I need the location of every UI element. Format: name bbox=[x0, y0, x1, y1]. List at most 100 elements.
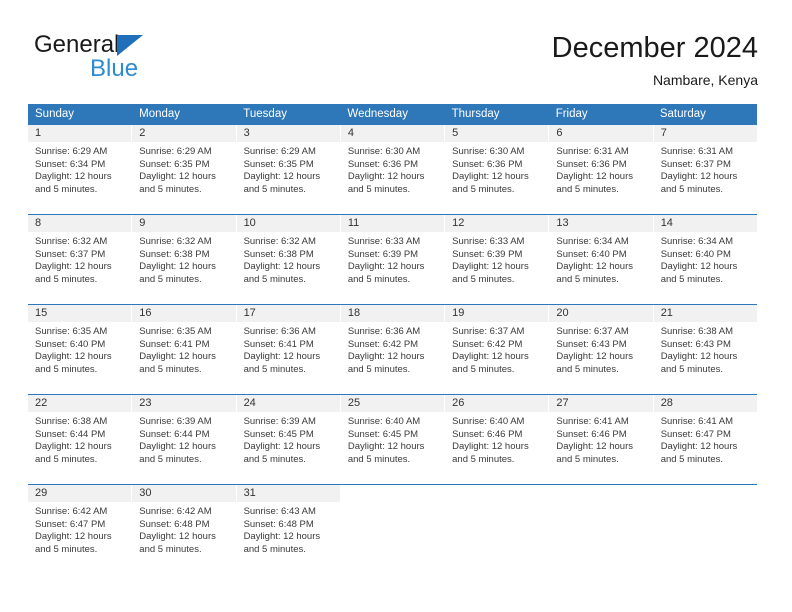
day-cell[interactable]: 27 Sunrise: 6:41 AM Sunset: 6:46 PM Dayl… bbox=[549, 395, 654, 484]
day-cell[interactable]: 28 Sunrise: 6:41 AM Sunset: 6:47 PM Dayl… bbox=[653, 395, 757, 484]
day-details: Sunrise: 6:39 AM Sunset: 6:44 PM Dayligh… bbox=[132, 412, 235, 466]
sunrise-text: Sunrise: 6:34 AM bbox=[556, 236, 629, 247]
day-cell[interactable]: 5 Sunrise: 6:30 AM Sunset: 6:36 PM Dayli… bbox=[445, 125, 550, 214]
day-cell[interactable]: 8 Sunrise: 6:32 AM Sunset: 6:37 PM Dayli… bbox=[28, 215, 133, 304]
generalblue-logo[interactable]: General Blue bbox=[34, 32, 254, 88]
day-cell[interactable]: 2 Sunrise: 6:29 AM Sunset: 6:35 PM Dayli… bbox=[132, 125, 237, 214]
logo-text-blue: Blue bbox=[90, 55, 139, 82]
day-details: Sunrise: 6:38 AM Sunset: 6:43 PM Dayligh… bbox=[654, 322, 757, 376]
day-cell[interactable]: 20 Sunrise: 6:37 AM Sunset: 6:43 PM Dayl… bbox=[549, 305, 654, 394]
daylight-text: Daylight: 12 hours and 5 minutes. bbox=[347, 261, 425, 285]
daylight-text: Daylight: 12 hours and 5 minutes. bbox=[556, 441, 633, 465]
weekday-header-friday: Friday bbox=[555, 108, 588, 120]
day-number: 12 bbox=[445, 215, 549, 232]
day-cell[interactable]: 4 Sunrise: 6:30 AM Sunset: 6:36 PM Dayli… bbox=[340, 125, 446, 214]
day-number: 11 bbox=[340, 215, 445, 232]
day-details: Sunrise: 6:32 AM Sunset: 6:38 PM Dayligh… bbox=[132, 232, 235, 286]
day-cell[interactable]: 26 Sunrise: 6:40 AM Sunset: 6:46 PM Dayl… bbox=[445, 395, 550, 484]
day-cell[interactable]: 7 Sunrise: 6:31 AM Sunset: 6:37 PM Dayli… bbox=[653, 125, 757, 214]
sunrise-text: Sunrise: 6:32 AM bbox=[139, 236, 212, 247]
week-row: 1 Sunrise: 6:29 AM Sunset: 6:34 PM Dayli… bbox=[28, 124, 757, 214]
day-cell[interactable]: 23 Sunrise: 6:39 AM Sunset: 6:44 PM Dayl… bbox=[132, 395, 237, 484]
sunset-text: Sunset: 6:42 PM bbox=[347, 338, 419, 350]
daylight-text: Daylight: 12 hours and 5 minutes. bbox=[139, 531, 216, 555]
sunrise-text: Sunrise: 6:40 AM bbox=[452, 416, 525, 427]
day-number: 16 bbox=[132, 305, 236, 322]
day-cell[interactable]: 25 Sunrise: 6:40 AM Sunset: 6:45 PM Dayl… bbox=[340, 395, 446, 484]
day-details: Sunrise: 6:31 AM Sunset: 6:36 PM Dayligh… bbox=[549, 142, 652, 196]
sunrise-text: Sunrise: 6:41 AM bbox=[660, 416, 734, 427]
sunrise-text: Sunrise: 6:36 AM bbox=[243, 326, 316, 337]
day-number: 15 bbox=[28, 305, 132, 322]
page-title: December 2024 bbox=[551, 32, 758, 64]
sunset-text: Sunset: 6:35 PM bbox=[243, 158, 314, 170]
day-number: 5 bbox=[445, 125, 549, 142]
day-details: Sunrise: 6:33 AM Sunset: 6:39 PM Dayligh… bbox=[445, 232, 548, 286]
day-details: Sunrise: 6:31 AM Sunset: 6:37 PM Dayligh… bbox=[654, 142, 757, 196]
sunrise-text: Sunrise: 6:30 AM bbox=[347, 146, 421, 157]
day-cell[interactable]: 14 Sunrise: 6:34 AM Sunset: 6:40 PM Dayl… bbox=[653, 215, 757, 304]
day-cell[interactable]: 9 Sunrise: 6:32 AM Sunset: 6:38 PM Dayli… bbox=[132, 215, 237, 304]
sunrise-text: Sunrise: 6:39 AM bbox=[243, 416, 316, 427]
day-details: Sunrise: 6:42 AM Sunset: 6:48 PM Dayligh… bbox=[132, 502, 235, 556]
sunset-text: Sunset: 6:36 PM bbox=[452, 158, 523, 170]
day-details: Sunrise: 6:39 AM Sunset: 6:45 PM Dayligh… bbox=[237, 412, 340, 466]
day-number: 31 bbox=[236, 485, 340, 502]
day-details: Sunrise: 6:41 AM Sunset: 6:47 PM Dayligh… bbox=[654, 412, 757, 466]
sunrise-text: Sunrise: 6:31 AM bbox=[660, 146, 734, 157]
day-number: 8 bbox=[28, 215, 132, 232]
day-number: 13 bbox=[549, 215, 653, 232]
day-details: Sunrise: 6:30 AM Sunset: 6:36 PM Dayligh… bbox=[445, 142, 548, 196]
sunrise-text: Sunrise: 6:35 AM bbox=[35, 326, 108, 337]
day-cell[interactable]: 1 Sunrise: 6:29 AM Sunset: 6:34 PM Dayli… bbox=[28, 125, 133, 214]
day-cell[interactable]: 30 Sunrise: 6:42 AM Sunset: 6:48 PM Dayl… bbox=[132, 485, 237, 574]
day-number: 3 bbox=[236, 125, 340, 142]
day-cell[interactable]: 12 Sunrise: 6:33 AM Sunset: 6:39 PM Dayl… bbox=[445, 215, 550, 304]
daylight-text: Daylight: 12 hours and 5 minutes. bbox=[35, 261, 112, 285]
day-details bbox=[549, 502, 652, 506]
day-details bbox=[445, 502, 548, 506]
day-cell[interactable]: 10 Sunrise: 6:32 AM Sunset: 6:38 PM Dayl… bbox=[236, 215, 341, 304]
day-cell[interactable]: 13 Sunrise: 6:34 AM Sunset: 6:40 PM Dayl… bbox=[549, 215, 654, 304]
day-cell[interactable]: 22 Sunrise: 6:38 AM Sunset: 6:44 PM Dayl… bbox=[28, 395, 133, 484]
sunrise-text: Sunrise: 6:32 AM bbox=[243, 236, 316, 247]
day-cell[interactable]: 17 Sunrise: 6:36 AM Sunset: 6:41 PM Dayl… bbox=[236, 305, 341, 394]
day-cell[interactable]: 18 Sunrise: 6:36 AM Sunset: 6:42 PM Dayl… bbox=[340, 305, 446, 394]
day-cell[interactable]: 19 Sunrise: 6:37 AM Sunset: 6:42 PM Dayl… bbox=[445, 305, 550, 394]
day-details: Sunrise: 6:43 AM Sunset: 6:48 PM Dayligh… bbox=[237, 502, 340, 556]
weekday-header-thursday: Thursday bbox=[451, 108, 500, 120]
sunset-text: Sunset: 6:43 PM bbox=[660, 338, 731, 350]
day-cell[interactable]: 16 Sunrise: 6:35 AM Sunset: 6:41 PM Dayl… bbox=[132, 305, 237, 394]
daylight-text: Daylight: 12 hours and 5 minutes. bbox=[556, 171, 633, 195]
day-details: Sunrise: 6:36 AM Sunset: 6:42 PM Dayligh… bbox=[341, 322, 444, 376]
sunrise-text: Sunrise: 6:33 AM bbox=[452, 236, 525, 247]
day-number: 25 bbox=[340, 395, 445, 412]
week-row: 15 Sunrise: 6:35 AM Sunset: 6:40 PM Dayl… bbox=[28, 304, 757, 394]
day-cell[interactable]: 3 Sunrise: 6:29 AM Sunset: 6:35 PM Dayli… bbox=[236, 125, 341, 214]
week-row: 22 Sunrise: 6:38 AM Sunset: 6:44 PM Dayl… bbox=[28, 394, 757, 484]
day-details: Sunrise: 6:38 AM Sunset: 6:44 PM Dayligh… bbox=[28, 412, 131, 466]
day-cell[interactable]: 11 Sunrise: 6:33 AM Sunset: 6:39 PM Dayl… bbox=[340, 215, 446, 304]
sunrise-text: Sunrise: 6:39 AM bbox=[139, 416, 212, 427]
daylight-text: Daylight: 12 hours and 5 minutes. bbox=[243, 171, 321, 195]
day-details: Sunrise: 6:36 AM Sunset: 6:41 PM Dayligh… bbox=[237, 322, 340, 376]
sunset-text: Sunset: 6:44 PM bbox=[35, 428, 106, 440]
day-number: 28 bbox=[653, 395, 757, 412]
day-number: 10 bbox=[236, 215, 340, 232]
day-details: Sunrise: 6:40 AM Sunset: 6:45 PM Dayligh… bbox=[341, 412, 444, 466]
day-cell[interactable]: 31 Sunrise: 6:43 AM Sunset: 6:48 PM Dayl… bbox=[236, 485, 341, 574]
day-number bbox=[445, 485, 549, 502]
day-cell[interactable]: 6 Sunrise: 6:31 AM Sunset: 6:36 PM Dayli… bbox=[549, 125, 654, 214]
daylight-text: Daylight: 12 hours and 5 minutes. bbox=[660, 351, 738, 375]
day-cell[interactable]: 21 Sunrise: 6:38 AM Sunset: 6:43 PM Dayl… bbox=[653, 305, 757, 394]
location-subtitle: Nambare, Kenya bbox=[652, 72, 758, 88]
sunrise-text: Sunrise: 6:34 AM bbox=[660, 236, 734, 247]
day-number: 14 bbox=[653, 215, 757, 232]
daylight-text: Daylight: 12 hours and 5 minutes. bbox=[139, 351, 216, 375]
day-cell[interactable]: 24 Sunrise: 6:39 AM Sunset: 6:45 PM Dayl… bbox=[236, 395, 341, 484]
day-cell[interactable]: 15 Sunrise: 6:35 AM Sunset: 6:40 PM Dayl… bbox=[28, 305, 133, 394]
day-cell[interactable]: 29 Sunrise: 6:42 AM Sunset: 6:47 PM Dayl… bbox=[28, 485, 133, 574]
day-details bbox=[341, 502, 444, 506]
week-row: 8 Sunrise: 6:32 AM Sunset: 6:37 PM Dayli… bbox=[28, 214, 757, 304]
day-details: Sunrise: 6:29 AM Sunset: 6:35 PM Dayligh… bbox=[237, 142, 340, 196]
